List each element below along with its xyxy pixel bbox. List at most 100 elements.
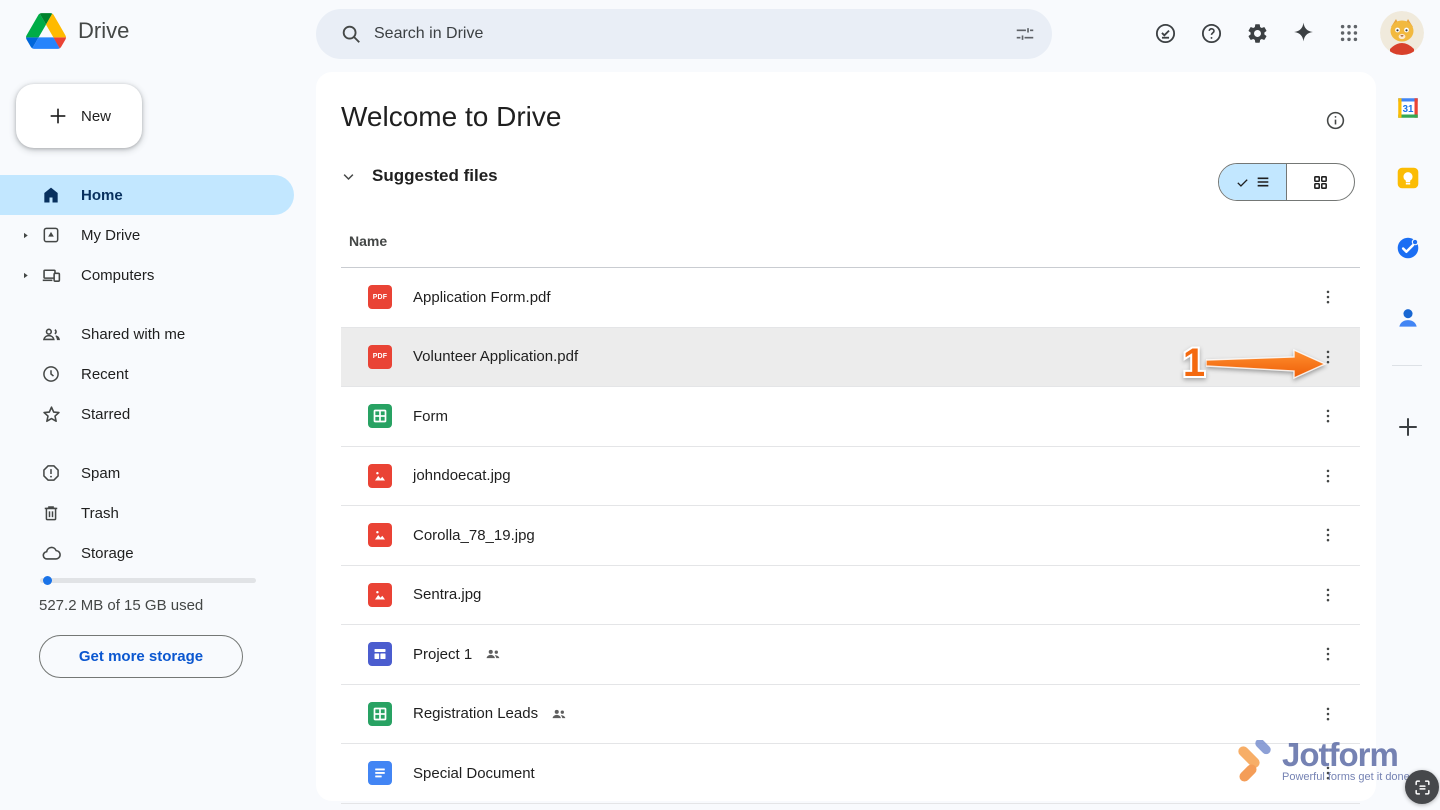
image-file-icon bbox=[368, 523, 392, 547]
shared-with-me-icon bbox=[40, 324, 62, 345]
file-name: Project 1 bbox=[413, 646, 472, 663]
brand: Drive bbox=[26, 13, 129, 49]
file-row[interactable]: johndoecat.jpg bbox=[341, 447, 1360, 507]
sidebar-item-spam[interactable]: Spam bbox=[0, 453, 300, 493]
apps-grid-icon[interactable] bbox=[1326, 10, 1372, 56]
list-view-button[interactable] bbox=[1219, 164, 1286, 200]
suggested-files-toggle[interactable]: Suggested files bbox=[341, 166, 498, 186]
recent-icon bbox=[40, 364, 62, 384]
drive-logo-icon[interactable] bbox=[26, 13, 66, 49]
search-icon[interactable] bbox=[340, 23, 362, 45]
more-options-icon[interactable] bbox=[1310, 339, 1346, 375]
chevron-down-icon bbox=[341, 169, 356, 184]
storage-usage-text: 527.2 MB of 15 GB used bbox=[39, 597, 203, 614]
new-button-label: New bbox=[81, 108, 111, 125]
storage-progress bbox=[40, 578, 256, 583]
grid-icon bbox=[1312, 174, 1329, 191]
more-options-icon[interactable] bbox=[1310, 696, 1346, 732]
file-name: Registration Leads bbox=[413, 705, 538, 722]
info-icon[interactable] bbox=[1325, 110, 1346, 131]
trash-icon bbox=[40, 503, 62, 523]
gemini-sparkle-icon[interactable] bbox=[1280, 10, 1326, 56]
file-row[interactable]: Project 1 bbox=[341, 625, 1360, 685]
keep-icon[interactable] bbox=[1395, 165, 1421, 191]
starred-icon bbox=[40, 404, 62, 425]
spam-icon bbox=[40, 463, 62, 483]
expand-arrow-icon[interactable] bbox=[18, 231, 32, 240]
contacts-icon[interactable] bbox=[1395, 305, 1421, 331]
shared-indicator-icon bbox=[550, 705, 568, 723]
file-row[interactable]: PDF Volunteer Application.pdf bbox=[341, 328, 1360, 388]
more-options-icon[interactable] bbox=[1310, 279, 1346, 315]
file-name: Special Document bbox=[413, 765, 535, 782]
sidebar-nav: Home My Drive Computers Shared with me R… bbox=[0, 175, 300, 573]
more-options-icon[interactable] bbox=[1310, 636, 1346, 672]
expand-arrow-icon[interactable] bbox=[18, 271, 32, 280]
scan-icon bbox=[1413, 778, 1432, 797]
file-row[interactable]: Sentra.jpg bbox=[341, 566, 1360, 626]
main-content: Welcome to Drive Suggested files Name PD… bbox=[316, 72, 1376, 801]
check-icon bbox=[1235, 175, 1250, 190]
shared-indicator-icon bbox=[484, 645, 502, 663]
image-file-icon bbox=[368, 464, 392, 488]
file-row[interactable]: PDF Application Form.pdf bbox=[341, 268, 1360, 328]
sidebar-item-my-drive[interactable]: My Drive bbox=[0, 215, 300, 255]
file-name: Volunteer Application.pdf bbox=[413, 348, 578, 365]
file-row[interactable]: Registration Leads bbox=[341, 685, 1360, 745]
pdf-file-icon: PDF bbox=[368, 285, 392, 309]
storage-icon bbox=[40, 543, 62, 564]
sidebar-item-storage[interactable]: Storage bbox=[0, 533, 300, 573]
offline-status-icon[interactable] bbox=[1142, 10, 1188, 56]
more-options-icon[interactable] bbox=[1310, 755, 1346, 791]
image-file-icon bbox=[368, 583, 392, 607]
screenshot-tool-button[interactable] bbox=[1405, 770, 1439, 804]
docs-file-icon bbox=[368, 761, 392, 785]
more-options-icon[interactable] bbox=[1310, 398, 1346, 434]
get-more-storage-button[interactable]: Get more storage bbox=[39, 635, 243, 678]
file-row[interactable]: Special Document bbox=[341, 744, 1360, 804]
more-options-icon[interactable] bbox=[1310, 517, 1346, 553]
tasks-icon[interactable] bbox=[1395, 235, 1421, 261]
computers-icon bbox=[40, 265, 62, 286]
sheets-file-icon bbox=[368, 702, 392, 726]
sidebar-item-home[interactable]: Home bbox=[0, 175, 294, 215]
left-sidebar: New Home My Drive Computers Shared with … bbox=[0, 68, 316, 810]
app-title: Drive bbox=[78, 18, 129, 44]
svg-text:31: 31 bbox=[1403, 104, 1414, 115]
page-title: Welcome to Drive bbox=[341, 101, 561, 133]
my-drive-icon bbox=[40, 225, 62, 245]
storage-progress-dot bbox=[43, 576, 52, 585]
search-input[interactable] bbox=[374, 25, 1014, 43]
settings-icon[interactable] bbox=[1234, 10, 1280, 56]
help-icon[interactable] bbox=[1188, 10, 1234, 56]
add-side-panel-icon[interactable] bbox=[1394, 413, 1422, 441]
more-options-icon[interactable] bbox=[1310, 458, 1346, 494]
search-bar[interactable] bbox=[316, 9, 1052, 59]
more-options-icon[interactable] bbox=[1310, 577, 1346, 613]
file-name: Corolla_78_19.jpg bbox=[413, 527, 535, 544]
file-name: johndoecat.jpg bbox=[413, 467, 511, 484]
name-column-header[interactable]: Name bbox=[349, 233, 387, 249]
rail-divider bbox=[1392, 365, 1422, 366]
grid-view-button[interactable] bbox=[1286, 164, 1354, 200]
sidebar-item-shared-with-me[interactable]: Shared with me bbox=[0, 314, 300, 354]
sidebar-item-computers[interactable]: Computers bbox=[0, 255, 300, 295]
file-row[interactable]: Form bbox=[341, 387, 1360, 447]
file-list: PDF Application Form.pdf PDF Volunteer A… bbox=[341, 268, 1360, 804]
calendar-icon[interactable]: 31 bbox=[1395, 95, 1421, 121]
avatar[interactable] bbox=[1380, 11, 1424, 55]
sidebar-item-starred[interactable]: Starred bbox=[0, 394, 300, 434]
plus-icon bbox=[47, 105, 69, 127]
sheets-file-icon bbox=[368, 404, 392, 428]
sidebar-item-recent[interactable]: Recent bbox=[0, 354, 300, 394]
new-button[interactable]: New bbox=[16, 84, 142, 148]
sites-file-icon bbox=[368, 642, 392, 666]
view-toggle bbox=[1218, 163, 1355, 201]
file-name: Sentra.jpg bbox=[413, 586, 481, 603]
home-icon bbox=[40, 185, 62, 205]
file-row[interactable]: Corolla_78_19.jpg bbox=[341, 506, 1360, 566]
list-icon bbox=[1255, 174, 1271, 190]
sidebar-item-trash[interactable]: Trash bbox=[0, 493, 300, 533]
file-name: Application Form.pdf bbox=[413, 289, 551, 306]
advanced-search-icon[interactable] bbox=[1014, 23, 1036, 45]
